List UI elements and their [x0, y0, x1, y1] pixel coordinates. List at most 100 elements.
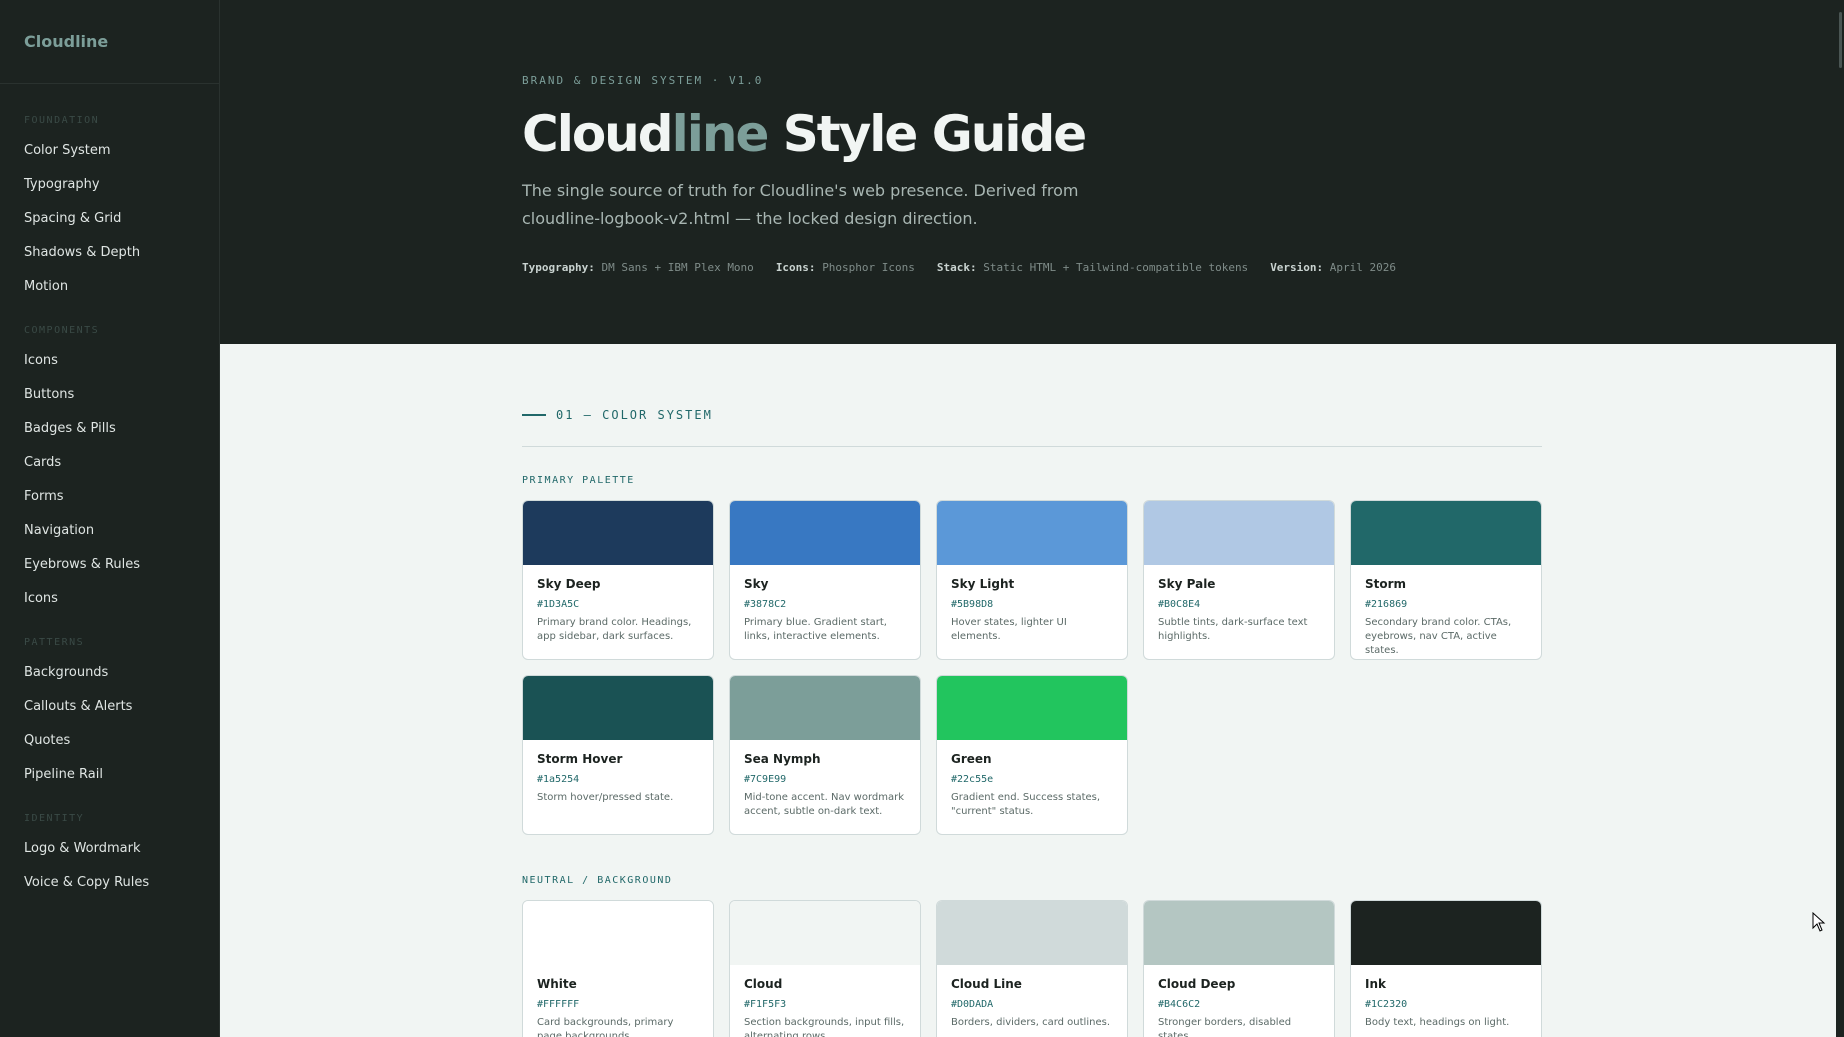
meta-value: DM Sans + IBM Plex Mono	[601, 261, 754, 274]
meta-value: April 2026	[1329, 261, 1397, 274]
color-card-cloud-line[interactable]: Cloud Line #D0DADA Borders, dividers, card…	[936, 900, 1128, 1037]
color-description: Card backgrounds, primary page backgroun…	[537, 1017, 674, 1037]
scrollbar[interactable]	[1836, 0, 1844, 1037]
color-name: Sea Nymph	[744, 752, 821, 766]
sidebar-brand[interactable]: Cloudline	[0, 0, 219, 84]
meta-value: Phosphor Icons	[822, 261, 915, 274]
color-swatch	[523, 901, 713, 965]
sidebar-item-buttons[interactable]: Buttons	[0, 378, 219, 412]
color-card-ink[interactable]: Ink #1C2320 Body text, headings on light.	[1350, 900, 1542, 1037]
color-card-storm-hover[interactable]: Storm Hover #1a5254 Storm hover/pressed st…	[522, 675, 714, 835]
color-hex: #D0DADA	[951, 999, 994, 1010]
card-body: Sky Light #5B98D8 Hover states, lighter UI…	[937, 565, 1127, 656]
sidebar-item-navigation[interactable]: Navigation	[0, 514, 219, 548]
sidebar-item-typography[interactable]: Typography	[0, 168, 219, 202]
sidebar-item-motion[interactable]: Motion	[0, 270, 219, 304]
sidebar-item-voice-copy-rules[interactable]: Voice & Copy Rules	[0, 866, 219, 900]
page-title: Cloudline Style Guide	[522, 105, 1482, 163]
color-swatch	[937, 501, 1127, 565]
color-swatch	[1351, 501, 1541, 565]
meta-value: Static HTML + Tailwind-compatible tokens	[983, 261, 1249, 274]
color-card-storm[interactable]: Storm #216869 Secondary brand color. CTAs,…	[1350, 500, 1542, 660]
scrollbar-thumb[interactable]	[1839, 12, 1842, 68]
title-part-2: line	[671, 105, 770, 163]
color-card-sky-pale[interactable]: Sky Pale #B0C8E4 Subtle tints, dark-surfac…	[1143, 500, 1335, 660]
color-swatch	[523, 501, 713, 565]
sidebar-item-logo-wordmark[interactable]: Logo & Wordmark	[0, 832, 219, 866]
color-name: Cloud	[744, 977, 783, 991]
color-hex: #1a5254	[537, 774, 580, 785]
color-description: Subtle tints, dark-surface text highligh…	[1158, 617, 1308, 642]
primary-palette-label: PRIMARY PALETTE	[522, 475, 635, 486]
sidebar-item-spacing-grid[interactable]: Spacing & Grid	[0, 202, 219, 236]
sidebar-item-forms[interactable]: Forms	[0, 480, 219, 514]
color-hex: #216869	[1365, 599, 1408, 610]
section-title-text: 01 — COLOR SYSTEM	[556, 408, 713, 422]
sidebar-item-badges-pills[interactable]: Badges & Pills	[0, 412, 219, 446]
color-name: Sky Light	[951, 577, 1015, 591]
nav-group-patterns: PATTERNS Backgrounds Callouts & Alerts Quot…	[0, 630, 219, 792]
sidebar-nav: FOUNDATION Color System Typography Spacing …	[0, 84, 219, 900]
color-description: Stronger borders, disabled states.	[1158, 1017, 1292, 1037]
color-hex: #B0C8E4	[1158, 599, 1201, 610]
color-name: Storm Hover	[537, 752, 623, 766]
card-body: Storm Hover #1a5254 Storm hover/pressed st…	[523, 740, 713, 817]
card-body: Cloud Deep #B4C6C2 Stronger borders, disab…	[1144, 965, 1334, 1037]
color-swatch	[1351, 901, 1541, 965]
color-card-green[interactable]: Green #22c55e Gradient end. Success states…	[936, 675, 1128, 835]
color-name: Green	[951, 752, 992, 766]
color-description: Secondary brand color. CTAs, eyebrows, n…	[1365, 617, 1512, 656]
color-card-white[interactable]: White #FFFFFF Card backgrounds, primary pa…	[522, 900, 714, 1037]
color-hex: #F1F5F3	[744, 999, 787, 1010]
sidebar-item-eyebrows-rules[interactable]: Eyebrows & Rules	[0, 548, 219, 582]
nav-group-identity: IDENTITY Logo & Wordmark Voice & Copy Rule…	[0, 806, 219, 900]
sidebar-item-backgrounds[interactable]: Backgrounds	[0, 656, 219, 690]
color-card-cloud[interactable]: Cloud #F1F5F3 Section backgrounds, input f…	[729, 900, 921, 1037]
card-body: Ink #1C2320 Body text, headings on light.	[1351, 965, 1541, 1037]
sidebar-item-shadows-depth[interactable]: Shadows & Depth	[0, 236, 219, 270]
sidebar-item-quotes[interactable]: Quotes	[0, 724, 219, 758]
color-description: Hover states, lighter UI elements.	[951, 617, 1067, 642]
card-body: White #FFFFFF Card backgrounds, primary pa…	[523, 965, 713, 1037]
card-body: Green #22c55e Gradient end. Success states…	[937, 740, 1127, 831]
nav-group-heading: FOUNDATION	[24, 115, 100, 126]
color-name: Cloud Deep	[1158, 977, 1236, 991]
card-body: Sky #3878C2 Primary blue. Gradient start, …	[730, 565, 920, 656]
nav-group-heading: COMPONENTS	[24, 325, 100, 336]
meta-version: Version: April 2026	[1270, 261, 1396, 274]
color-swatch	[730, 676, 920, 740]
color-description: Body text, headings on light.	[1365, 1017, 1510, 1028]
sidebar: Cloudline FOUNDATION Color System Typograp…	[0, 0, 220, 1037]
meta-key: Icons:	[775, 261, 816, 274]
sidebar-item-icons[interactable]: Icons	[0, 344, 219, 378]
color-description: Gradient end. Success states, "current" …	[951, 792, 1101, 817]
color-card-sky[interactable]: Sky #3878C2 Primary blue. Gradient start, …	[729, 500, 921, 660]
card-body: Sea Nymph #7C9E99 Mid-tone accent. Nav wor…	[730, 740, 920, 831]
card-body: Cloud #F1F5F3 Section backgrounds, input f…	[730, 965, 920, 1037]
color-card-sky-deep[interactable]: Sky Deep #1D3A5C Primary brand color. Head…	[522, 500, 714, 660]
color-card-sky-light[interactable]: Sky Light #5B98D8 Hover states, lighter UI…	[936, 500, 1128, 660]
meta-key: Stack:	[936, 261, 977, 274]
sidebar-item-cards[interactable]: Cards	[0, 446, 219, 480]
color-name: White	[537, 977, 577, 991]
color-hex: #3878C2	[744, 599, 787, 610]
color-swatch	[1144, 501, 1334, 565]
sidebar-item-color-system[interactable]: Color System	[0, 134, 219, 168]
sidebar-item-callouts-alerts[interactable]: Callouts & Alerts	[0, 690, 219, 724]
color-card-sea-nymph[interactable]: Sea Nymph #7C9E99 Mid-tone accent. Nav wor…	[729, 675, 921, 835]
sidebar-item-pipeline-rail[interactable]: Pipeline Rail	[0, 758, 219, 792]
color-hex: #1C2320	[1365, 999, 1408, 1010]
color-hex: #5B98D8	[951, 599, 994, 610]
color-card-cloud-deep[interactable]: Cloud Deep #B4C6C2 Stronger borders, disab…	[1143, 900, 1335, 1037]
nav-group-heading: IDENTITY	[24, 813, 85, 824]
color-swatch	[523, 676, 713, 740]
sidebar-item-icons[interactable]: Icons	[0, 582, 219, 616]
meta-typography: Typography: DM Sans + IBM Plex Mono	[522, 261, 754, 274]
hero-eyebrow: BRAND & DESIGN SYSTEM · V1.0	[522, 74, 764, 87]
color-name: Sky Pale	[1158, 577, 1216, 591]
section-title: 01 — COLOR SYSTEM	[522, 404, 1542, 447]
color-swatch	[730, 901, 920, 965]
color-swatch	[1144, 901, 1334, 965]
meta-key: Typography:	[522, 261, 595, 274]
hero-description: The single source of truth for Cloudline…	[522, 181, 1079, 228]
